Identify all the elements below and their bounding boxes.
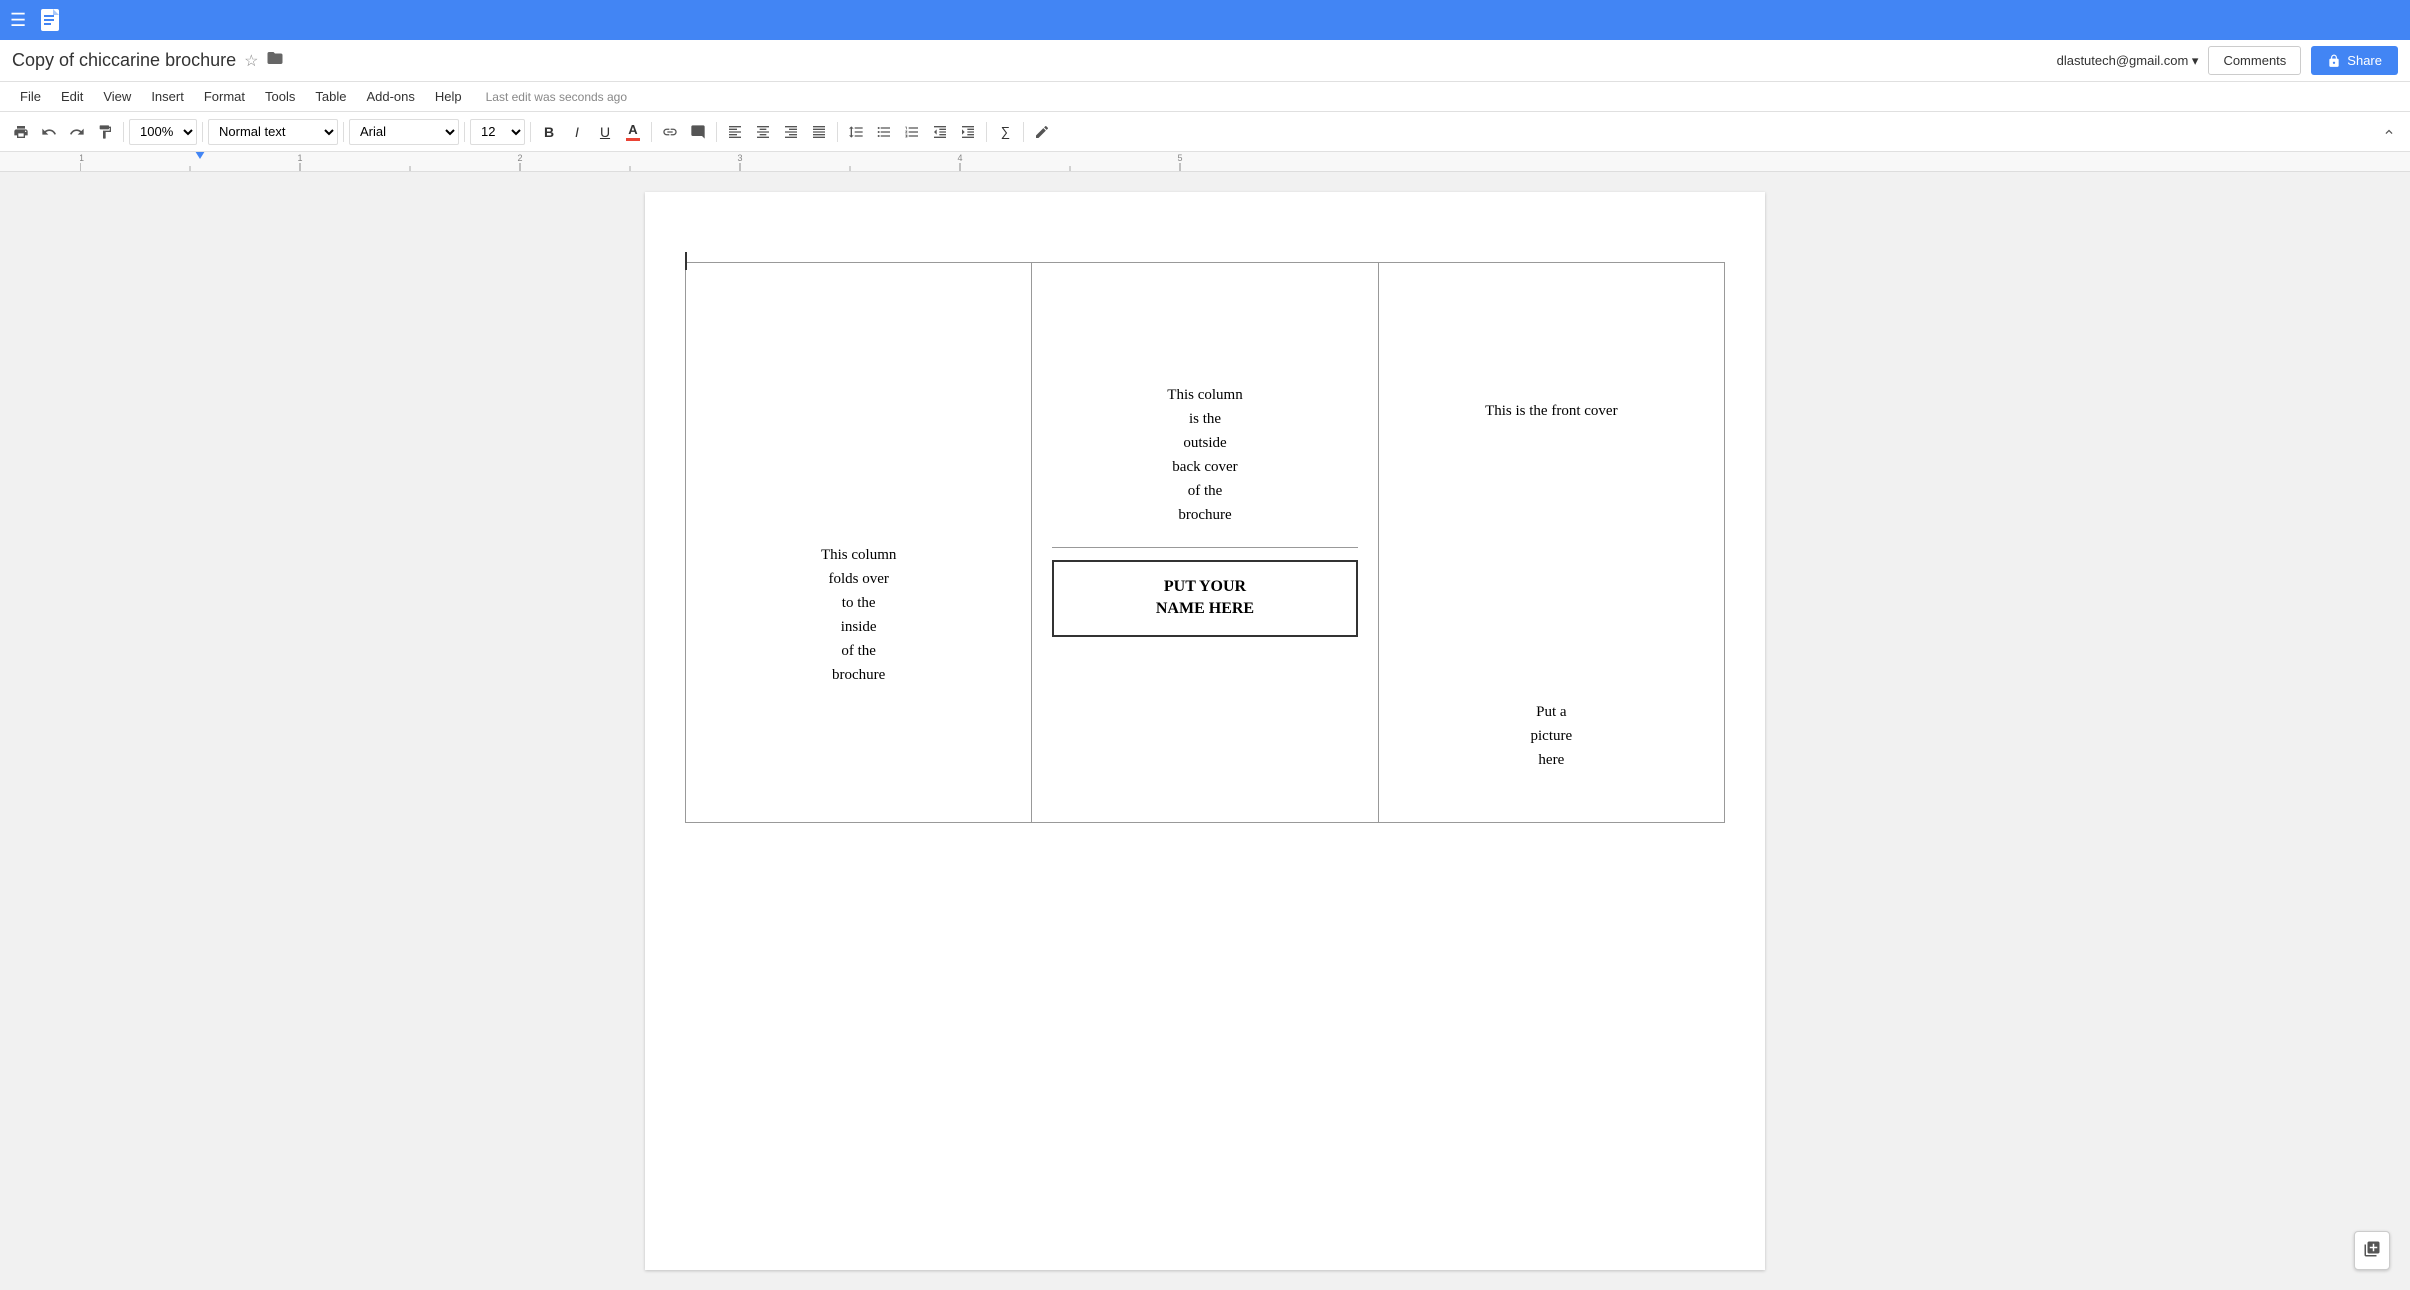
svg-text:1: 1 — [297, 153, 302, 163]
col1-content: This column folds over to the inside of … — [821, 547, 896, 683]
line-spacing-button[interactable] — [843, 118, 869, 146]
formula-button[interactable]: ∑ — [992, 118, 1018, 146]
menu-insert[interactable]: Insert — [143, 85, 192, 108]
hamburger-menu-icon[interactable]: ☰ — [10, 10, 26, 31]
divider9 — [986, 122, 987, 142]
justify-button[interactable] — [806, 118, 832, 146]
menu-edit[interactable]: Edit — [53, 85, 91, 108]
divider6 — [651, 122, 652, 142]
col2-divider — [1052, 547, 1357, 548]
divider1 — [123, 122, 124, 142]
google-docs-logo — [38, 8, 62, 32]
folder-icon[interactable] — [266, 49, 284, 72]
last-edit-status: Last edit was seconds ago — [486, 90, 627, 104]
bold-button[interactable]: B — [536, 118, 562, 146]
table-cell-col2[interactable]: This column is the outside back cover of… — [1032, 263, 1378, 823]
user-email[interactable]: dlastutech@gmail.com ▾ — [2057, 53, 2199, 69]
bullet-list-button[interactable] — [871, 118, 897, 146]
menu-tools[interactable]: Tools — [257, 85, 303, 108]
document-title[interactable]: Copy of chiccarine brochure — [12, 50, 236, 71]
text-cursor — [685, 252, 687, 270]
smart-compose-button[interactable] — [2354, 1231, 2390, 1270]
increase-indent-button[interactable] — [955, 118, 981, 146]
format-paint-button[interactable] — [92, 118, 118, 146]
redo-button[interactable] — [64, 118, 90, 146]
divider8 — [837, 122, 838, 142]
link-button[interactable] — [657, 118, 683, 146]
align-right-button[interactable] — [778, 118, 804, 146]
divider3 — [343, 122, 344, 142]
star-icon[interactable]: ☆ — [244, 51, 258, 71]
google-docs-app-bar: ☰ — [0, 0, 2410, 40]
numbered-list-button[interactable] — [899, 118, 925, 146]
comment-button[interactable] — [685, 118, 711, 146]
text-color-button[interactable]: A — [620, 118, 646, 146]
page[interactable]: This column folds over to the inside of … — [645, 192, 1765, 1270]
zoom-select[interactable]: 100% — [129, 119, 197, 145]
text-color-underline — [626, 138, 640, 141]
menu-bar: File Edit View Insert Format Tools Table… — [0, 82, 2410, 112]
lock-icon — [2327, 54, 2341, 68]
menu-help[interactable]: Help — [427, 85, 470, 108]
menu-file[interactable]: File — [12, 85, 49, 108]
document-area[interactable]: This column folds over to the inside of … — [0, 172, 2410, 1290]
share-button[interactable]: Share — [2311, 46, 2398, 75]
name-line2: NAME HERE — [1068, 598, 1341, 620]
title-left: Copy of chiccarine brochure ☆ — [12, 49, 284, 72]
table-cell-col1[interactable]: This column folds over to the inside of … — [686, 263, 1032, 823]
draw-button[interactable] — [1029, 118, 1055, 146]
print-button[interactable] — [8, 118, 34, 146]
divider10 — [1023, 122, 1024, 142]
ruler: -1 1 2 3 4 5 — [0, 152, 2410, 172]
divider2 — [202, 122, 203, 142]
menu-addons[interactable]: Add-ons — [358, 85, 422, 108]
collapse-toolbar-button[interactable] — [2376, 118, 2402, 146]
ruler-svg: -1 1 2 3 4 5 — [80, 152, 1280, 171]
menu-view[interactable]: View — [95, 85, 139, 108]
align-left-button[interactable] — [722, 118, 748, 146]
svg-text:3: 3 — [737, 153, 742, 163]
col2-name-box[interactable]: PUT YOUR NAME HERE — [1052, 560, 1357, 637]
divider5 — [530, 122, 531, 142]
comments-button[interactable]: Comments — [2208, 46, 2301, 75]
col2-back-cover-text: This column is the outside back cover of… — [1167, 387, 1242, 523]
table-row: This column folds over to the inside of … — [686, 263, 1725, 823]
col3-picture-text: Put a picture here — [1399, 420, 1704, 772]
menu-table[interactable]: Table — [307, 85, 354, 108]
brochure-table[interactable]: This column folds over to the inside of … — [685, 262, 1725, 823]
title-bar: Copy of chiccarine brochure ☆ dlastutech… — [0, 40, 2410, 82]
col3-front-cover-text: This is the front cover — [1399, 283, 1704, 420]
title-right: dlastutech@gmail.com ▾ Comments Share — [2057, 46, 2398, 75]
svg-text:2: 2 — [517, 153, 522, 163]
align-center-button[interactable] — [750, 118, 776, 146]
decrease-indent-button[interactable] — [927, 118, 953, 146]
divider7 — [716, 122, 717, 142]
svg-text:5: 5 — [1177, 153, 1182, 163]
menu-format[interactable]: Format — [196, 85, 253, 108]
col3-content: This is the front cover Put a picture he… — [1399, 283, 1704, 772]
table-cell-col3[interactable]: This is the front cover Put a picture he… — [1378, 263, 1724, 823]
toolbar: 100% Normal text Arial 12 B I U A — [0, 112, 2410, 152]
smart-compose-icon — [2363, 1240, 2381, 1258]
name-line1: PUT YOUR — [1068, 576, 1341, 598]
col1-text: This column folds over to the inside of … — [706, 283, 1011, 687]
paragraph-style-select[interactable]: Normal text — [208, 119, 338, 145]
font-select[interactable]: Arial — [349, 119, 459, 145]
font-size-select[interactable]: 12 — [470, 119, 525, 145]
italic-button[interactable]: I — [564, 118, 590, 146]
col2-top-text: This column is the outside back cover of… — [1052, 283, 1357, 547]
underline-button[interactable]: U — [592, 118, 618, 146]
svg-text:4: 4 — [957, 153, 962, 163]
col2-content: This column is the outside back cover of… — [1052, 283, 1357, 637]
undo-button[interactable] — [36, 118, 62, 146]
text-color-indicator: A — [626, 122, 640, 141]
divider4 — [464, 122, 465, 142]
svg-text:-1: -1 — [80, 153, 84, 163]
